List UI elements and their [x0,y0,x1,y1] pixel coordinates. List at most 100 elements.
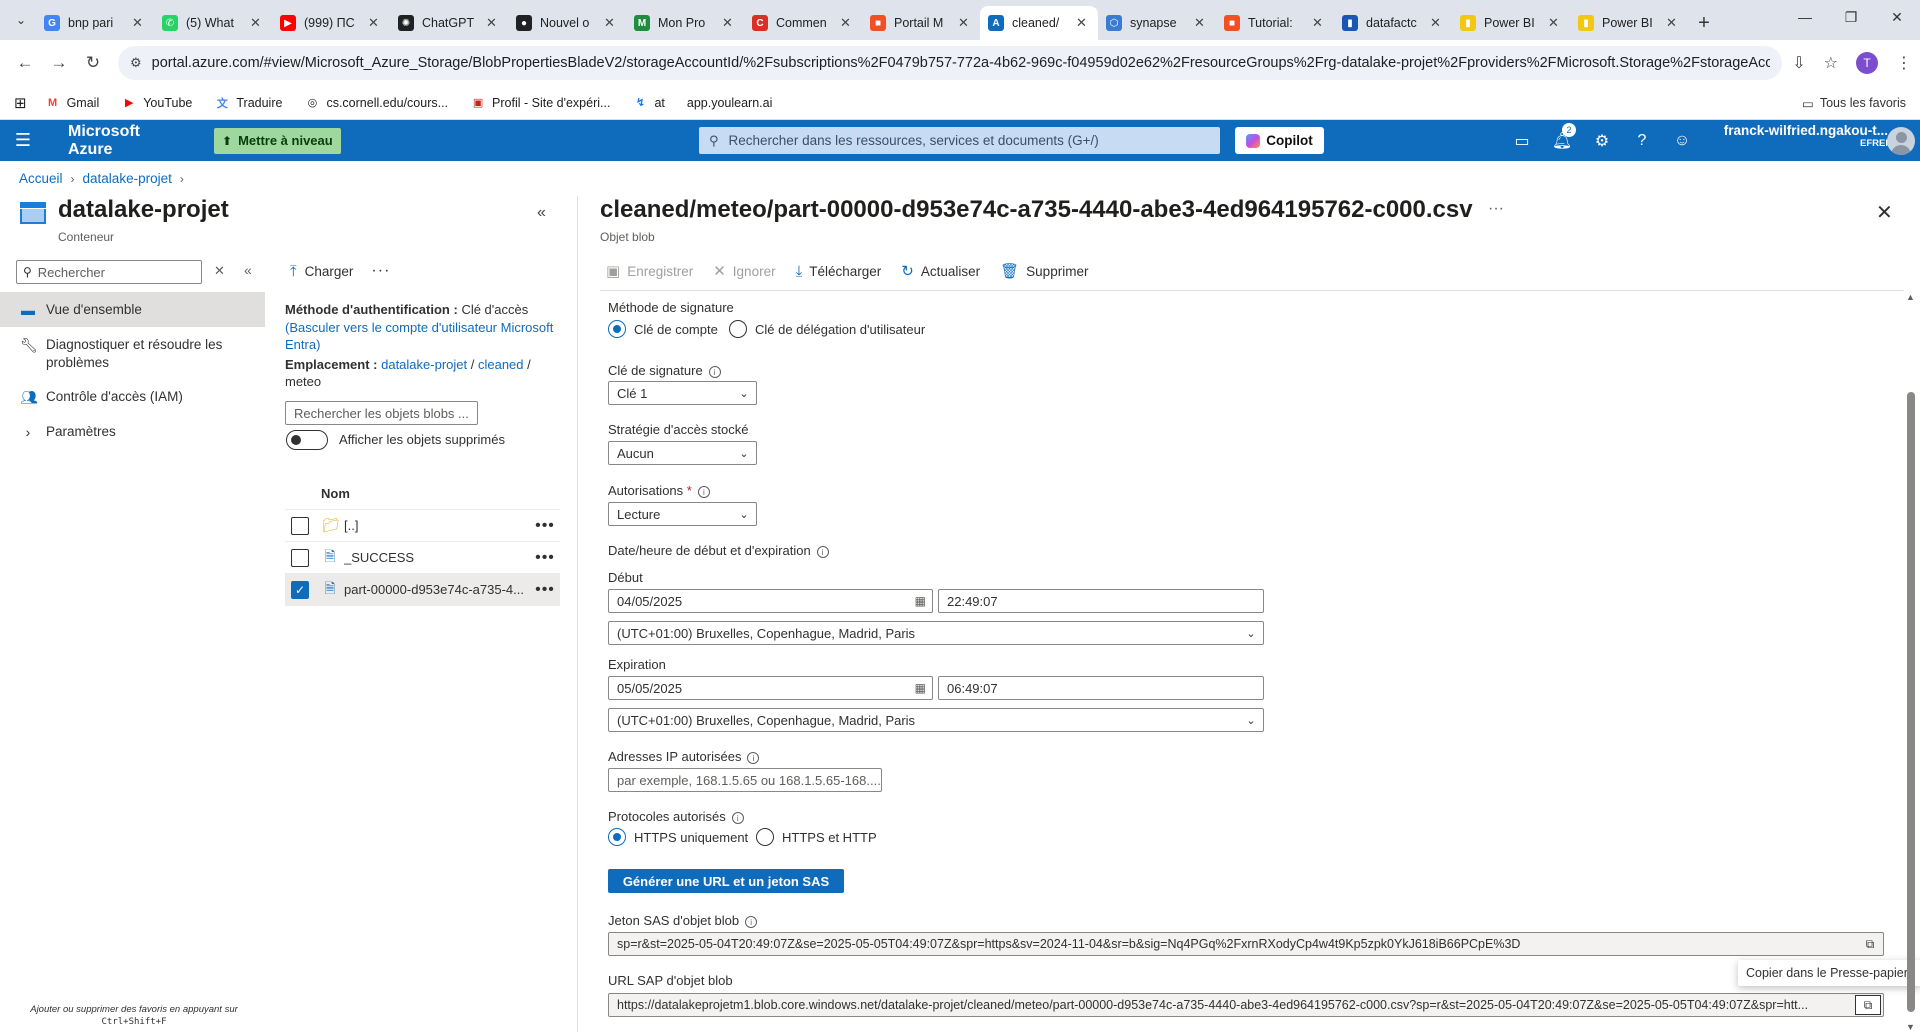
row-checkbox[interactable] [291,548,309,567]
generate-sas-button[interactable]: Générer une URL et un jeton SAS [608,869,844,893]
radio-user-delegation-key[interactable]: Clé de délégation d'utilisateur [729,320,925,338]
row-more-icon[interactable]: ••• [530,581,560,599]
browser-tab[interactable]: ● Nouvel o ✕ [508,6,626,40]
bookmark-item[interactable]: ↯ at [632,95,665,111]
bookmark-item[interactable]: M Gmail [45,95,99,111]
tab-search-chevron-icon[interactable]: ⌄ [6,5,36,35]
start-timezone-dropdown[interactable]: (UTC+01:00) Bruxelles, Copenhague, Madri… [608,621,1264,645]
delete-button[interactable]: 🗑︎ Supprimer [1000,262,1088,280]
browser-tab[interactable]: Gbnp pari ✕ [36,6,154,40]
location-link-container[interactable]: datalake-projet [381,357,467,372]
browser-tab[interactable]: ■ Portail M ✕ [862,6,980,40]
row-more-icon[interactable]: ••• [530,517,560,535]
info-icon[interactable]: i [708,365,721,378]
feedback-icon[interactable]: ☺ [1662,132,1702,150]
bookmark-item[interactable]: ▣ Profil - Site d'expéri... [470,95,611,111]
scroll-up-icon[interactable]: ▲ [1906,292,1915,302]
blob-name[interactable]: _SUCCESS [344,550,530,565]
collapse-panel-icon[interactable]: « [537,204,546,222]
restore-icon[interactable]: ❐ [1828,0,1874,34]
site-info-icon[interactable]: ⚙ [130,55,142,71]
info-icon[interactable]: i [745,915,758,928]
collapse-menu-icon[interactable]: « [244,262,252,278]
column-header-name[interactable]: Nom [285,477,560,510]
bookmark-item[interactable]: 文 Traduire [214,95,283,111]
info-icon[interactable]: i [697,485,710,498]
install-app-icon[interactable]: ⇩ [1792,53,1805,73]
refresh-button[interactable]: ↻ Actualiser [901,262,980,280]
portal-menu-icon[interactable]: ☰ [0,130,46,151]
calendar-icon[interactable]: ▦ [915,594,926,608]
upgrade-button[interactable]: ⬆ Mettre à niveau [214,127,341,154]
user-avatar[interactable] [1887,127,1915,155]
table-row[interactable]: ✓ 🗎 part-00000-d953e74c-a735-4... ••• [285,574,560,606]
more-commands-icon[interactable]: ··· [371,262,390,280]
browser-tab[interactable]: ▮ datafactc ✕ [1334,6,1452,40]
save-button[interactable]: ▣ Enregistrer [606,262,693,280]
browser-tab[interactable]: ✆ (5) What ✕ [154,6,272,40]
browser-tab[interactable]: C Commen ✕ [744,6,862,40]
reload-icon[interactable]: ↻ [76,46,110,80]
close-tab-icon[interactable]: ✕ [722,15,736,31]
clear-filter-icon[interactable]: ✕ [214,263,225,279]
info-icon[interactable]: i [816,545,829,558]
new-tab-button[interactable]: + [1688,6,1720,40]
blade-more-icon[interactable]: ··· [1488,200,1504,218]
location-link-folder[interactable]: cleaned [478,357,524,372]
blade-scrollbar[interactable]: ▲ ▼ [1904,292,1918,1032]
help-icon[interactable]: ? [1622,132,1662,150]
global-search-input[interactable]: ⚲ Rechercher dans les ressources, servic… [699,127,1220,154]
browser-tab[interactable]: ■ Tutorial: ✕ [1216,6,1334,40]
close-tab-icon[interactable]: ✕ [250,15,264,31]
expiry-timezone-dropdown[interactable]: (UTC+01:00) Bruxelles, Copenhague, Madri… [608,708,1264,732]
bookmark-star-icon[interactable]: ☆ [1824,53,1838,73]
all-bookmarks[interactable]: ▭ Tous les favoris [1802,86,1906,120]
minimize-icon[interactable]: — [1782,0,1828,34]
blob-name[interactable]: [..] [344,518,530,533]
nav-diagnose[interactable]: 🔧︎ Diagnostiquer et résoudre les problèm… [0,327,265,379]
close-tab-icon[interactable]: ✕ [840,15,854,31]
nav-settings[interactable]: › Paramètres [0,414,265,449]
show-deleted-toggle[interactable] [286,430,328,450]
breadcrumb-container[interactable]: datalake-projet [83,171,172,186]
cloud-shell-icon[interactable]: ▭ [1502,131,1542,151]
settings-gear-icon[interactable]: ⚙ [1582,131,1622,151]
browser-tab[interactable]: M Mon Pro ✕ [626,6,744,40]
expiry-time-input[interactable]: 06:49:07 [938,676,1264,700]
browser-tab[interactable]: ▮ Power BI ✕ [1452,6,1570,40]
allowed-ip-input[interactable]: par exemple, 168.1.5.65 ou 168.1.5.65-16… [608,768,882,792]
apps-grid-icon[interactable]: ⊞ [14,94,27,112]
close-tab-icon[interactable]: ✕ [1312,15,1326,31]
close-blade-icon[interactable]: ✕ [1876,200,1893,225]
upload-button[interactable]: ⤒ Charger [290,263,353,280]
row-checkbox[interactable] [291,516,309,535]
browser-tab[interactable]: Acleaned/ ✕ [980,6,1098,40]
info-icon[interactable]: i [747,751,760,764]
profile-avatar[interactable]: T [1856,52,1878,74]
close-tab-icon[interactable]: ✕ [1666,15,1680,31]
row-checkbox[interactable]: ✓ [291,580,309,599]
browser-tab[interactable]: ▮ Power BI ✕ [1570,6,1688,40]
account-menu[interactable]: franck-wilfried.ngakou-t... EFREI [1720,123,1888,149]
notifications-bell-icon[interactable]: 🔔︎ 2 [1542,122,1582,151]
forward-arrow-icon[interactable]: → [42,46,76,80]
blob-name[interactable]: part-00000-d953e74c-a735-4... [344,582,530,597]
table-row[interactable]: 🗎 _SUCCESS ••• [285,542,560,574]
copilot-button[interactable]: Copilot [1235,127,1324,154]
close-tab-icon[interactable]: ✕ [1430,15,1444,31]
close-tab-icon[interactable]: ✕ [132,15,146,31]
nav-iam[interactable]: 👥︎ Contrôle d'accès (IAM) [0,379,265,414]
bookmark-item[interactable]: ◎ cs.cornell.edu/cours... [304,95,448,111]
radio-account-key[interactable]: Clé de compte [608,320,718,338]
info-icon[interactable]: i [731,811,744,824]
sas-url-field[interactable]: https://datalakeprojetm1.blob.core.windo… [608,993,1884,1017]
close-tab-icon[interactable]: ✕ [604,15,618,31]
copy-icon[interactable]: ⧉ [1857,937,1883,952]
scrollbar-thumb[interactable] [1907,392,1915,1012]
blob-search-input[interactable]: Rechercher les objets blobs ... [285,401,478,425]
signing-key-dropdown[interactable]: Clé 1 ⌄ [608,381,757,405]
table-row[interactable]: 📁︎ [..] ••• [285,510,560,542]
scroll-down-icon[interactable]: ▼ [1906,1022,1915,1032]
expiry-date-input[interactable]: 05/05/2025 ▦ [608,676,933,700]
url-bar[interactable]: ⚙ portal.azure.com/#view/Microsoft_Azure… [118,46,1783,80]
